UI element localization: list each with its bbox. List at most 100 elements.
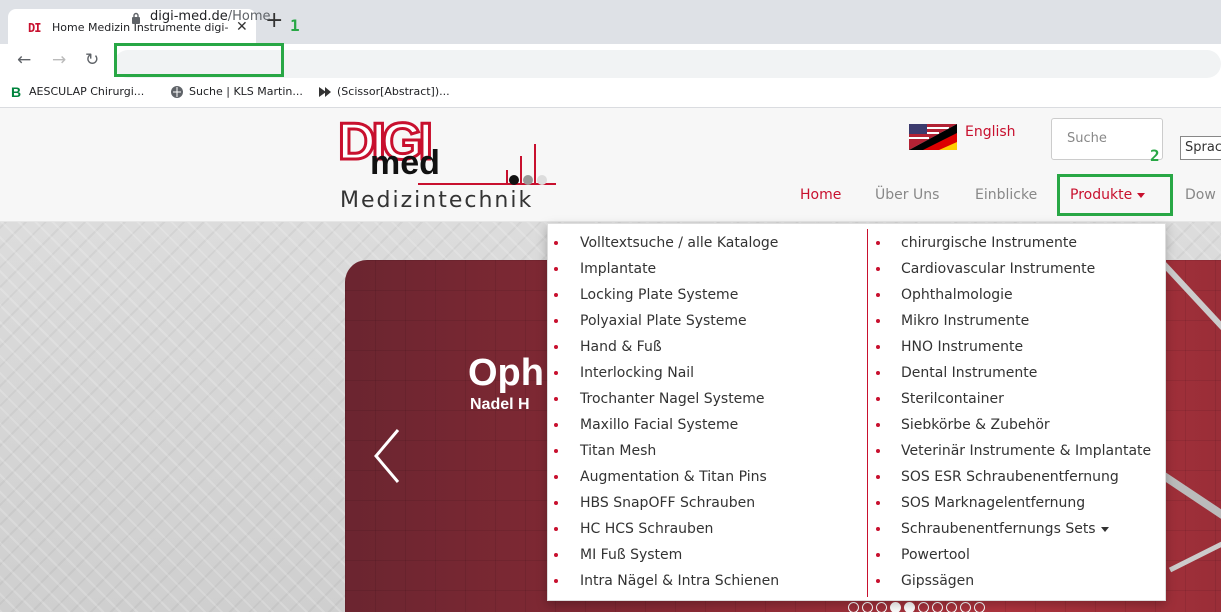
scissor-icon	[319, 87, 331, 97]
dropdown-item-label: Powertool	[901, 547, 970, 563]
nav-ueber-uns[interactable]: Über Uns	[875, 187, 939, 203]
digimed-logo[interactable]: DIGI med Medizintechnik	[337, 115, 563, 216]
dropdown-item[interactable]: Implantate	[580, 260, 656, 278]
bullet-icon	[876, 475, 880, 479]
bookmark-label: (Scissor[Abstract])...	[337, 85, 450, 98]
dropdown-item-label: SOS ESR Schraubenentfernung	[901, 469, 1119, 485]
dropdown-item-label: Trochanter Nagel Systeme	[580, 391, 765, 407]
bullet-icon	[554, 501, 558, 505]
dropdown-item[interactable]: HBS SnapOFF Schrauben	[580, 494, 755, 512]
bullet-icon	[876, 371, 880, 375]
dropdown-item[interactable]: HNO Instrumente	[901, 338, 1023, 356]
dropdown-item-label: Ophthalmologie	[901, 287, 1013, 303]
dropdown-item[interactable]: Powertool	[901, 546, 970, 564]
slide-dot[interactable]	[848, 602, 859, 612]
url-host: digi-med.de	[150, 9, 228, 24]
slide-subtitle: Nadel H	[470, 396, 530, 413]
dropdown-item[interactable]: chirurgische Instrumente	[901, 234, 1077, 252]
bullet-icon	[554, 267, 558, 271]
dropdown-item[interactable]: MI Fuß System	[580, 546, 682, 564]
slide-title: Oph	[468, 352, 544, 394]
dropdown-item[interactable]: HC HCS Schrauben	[580, 520, 713, 538]
dropdown-item[interactable]: Titan Mesh	[580, 442, 656, 460]
slide-dot[interactable]	[876, 602, 887, 612]
dropdown-item-label: Intra Nägel & Intra Schienen	[580, 573, 780, 589]
dropdown-item[interactable]: Interlocking Nail	[580, 364, 694, 382]
dropdown-item[interactable]: Intra Nägel & Intra Schienen	[580, 572, 779, 590]
dropdown-item[interactable]: Veterinär Instrumente & Implantate	[901, 442, 1151, 460]
bullet-icon	[554, 293, 558, 297]
bookmark-aesculap[interactable]: B AESCULAP Chirurgi...	[10, 85, 144, 99]
produkte-dropdown-menu: Volltextsuche / alle Kataloge Implantate L…	[547, 223, 1166, 601]
dropdown-column-divider	[867, 229, 868, 597]
dropdown-item[interactable]: Cardiovascular Instrumente	[901, 260, 1095, 278]
dropdown-item[interactable]: Augmentation & Titan Pins	[580, 468, 767, 486]
bullet-icon	[876, 579, 880, 583]
dropdown-item-label: Titan Mesh	[580, 443, 657, 459]
bullet-icon	[876, 527, 880, 531]
bullet-icon	[554, 579, 558, 583]
slide-dot[interactable]	[932, 602, 943, 612]
dropdown-item[interactable]: Trochanter Nagel Systeme	[580, 390, 765, 408]
dropdown-item[interactable]: Gipssägen	[901, 572, 974, 590]
dropdown-item[interactable]: Hand & Fuß	[580, 338, 662, 356]
nav-home[interactable]: Home	[800, 187, 841, 203]
dropdown-item-label: Dental Instrumente	[901, 365, 1038, 381]
language-select-value: Sprac	[1185, 140, 1221, 155]
bullet-icon	[876, 553, 880, 557]
nav-einblicke[interactable]: Einblicke	[975, 187, 1037, 203]
slide-dot[interactable]	[960, 602, 971, 612]
language-english-link[interactable]: English	[965, 124, 1016, 140]
dropdown-item[interactable]: Locking Plate Systeme	[580, 286, 738, 304]
annotation-number-1: 1	[290, 16, 300, 35]
slide-dot[interactable]	[946, 602, 957, 612]
annotation-box-produkte	[1057, 174, 1173, 216]
dropdown-item[interactable]: SOS ESR Schraubenentfernung	[901, 468, 1119, 486]
back-arrow-icon[interactable]: ←	[17, 50, 31, 70]
dropdown-item[interactable]: Dental Instrumente	[901, 364, 1037, 382]
language-select[interactable]: Sprac	[1180, 136, 1221, 160]
dropdown-item[interactable]: Mikro Instrumente	[901, 312, 1029, 330]
bullet-icon	[554, 319, 558, 323]
dropdown-item-label: MI Fuß System	[580, 547, 683, 563]
aesculap-b-icon: B	[11, 85, 21, 99]
dropdown-item-label: Hand & Fuß	[580, 339, 662, 355]
dropdown-item[interactable]: Sterilcontainer	[901, 390, 1004, 408]
chevron-left-icon[interactable]	[372, 428, 402, 484]
dropdown-item[interactable]: Ophthalmologie	[901, 286, 1013, 304]
dropdown-item[interactable]: Polyaxial Plate Systeme	[580, 312, 747, 330]
bullet-icon	[554, 553, 558, 557]
search-input[interactable]: Suche	[1051, 118, 1163, 160]
digimed-favicon-icon: DI	[28, 21, 41, 35]
logo-pulse-icon	[418, 144, 556, 185]
slide-dot-active[interactable]	[890, 602, 901, 612]
url-text[interactable]: digi-med.de/Home	[150, 9, 271, 24]
slide-dot[interactable]	[862, 602, 873, 612]
bullet-icon	[554, 475, 558, 479]
slide-dot[interactable]	[918, 602, 929, 612]
dropdown-item[interactable]: Siebkörbe & Zubehör	[901, 416, 1050, 434]
dropdown-item[interactable]: Schraubenentfernungs Sets	[901, 520, 1109, 538]
dropdown-item[interactable]: SOS Marknagelentfernung	[901, 494, 1085, 512]
bookmark-label: AESCULAP Chirurgi...	[29, 85, 145, 98]
logo-tagline: Medizintechnik	[340, 188, 534, 213]
bullet-icon	[554, 423, 558, 427]
bullet-icon	[554, 527, 558, 531]
caret-down-icon	[1100, 526, 1109, 532]
bookmark-scissor[interactable]: (Scissor[Abstract])...	[318, 85, 450, 99]
annotation-number-2: 2	[1150, 146, 1160, 165]
forward-arrow-icon[interactable]: →	[52, 50, 66, 70]
dropdown-item[interactable]: Maxillo Facial Systeme	[580, 416, 738, 434]
reload-icon[interactable]: ↻	[85, 50, 99, 70]
bullet-icon	[554, 449, 558, 453]
nav-downloads[interactable]: Dow	[1185, 187, 1216, 203]
slide-dot-active[interactable]	[904, 602, 915, 612]
bullet-icon	[876, 241, 880, 245]
dropdown-item-label: Implantate	[580, 261, 657, 277]
slide-dot[interactable]	[974, 602, 985, 612]
annotation-box-url	[114, 43, 284, 77]
dropdown-item[interactable]: Volltextsuche / alle Kataloge	[580, 234, 778, 252]
bookmark-kls-martin[interactable]: Suche | KLS Martin...	[170, 85, 303, 99]
bullet-icon	[876, 345, 880, 349]
dropdown-item-label: HC HCS Schrauben	[580, 521, 714, 537]
